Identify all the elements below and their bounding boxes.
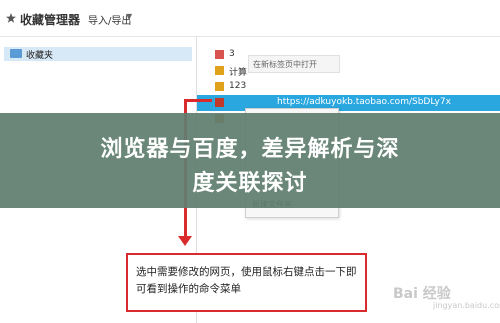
sidebar-item-label: 收藏夹 — [26, 51, 54, 61]
title-caret-icon[interactable]: ▾ — [70, 12, 75, 23]
list-item-label: 3 — [229, 49, 235, 59]
baidu-watermark-url: jingyan.baidu.com — [433, 301, 500, 310]
favicon-icon — [215, 82, 224, 91]
list-item[interactable]: 计算 — [197, 63, 500, 79]
annotation-arrow-top — [184, 99, 212, 102]
import-export-menu[interactable]: 导入/导出 — [88, 12, 131, 27]
context-menu-item-label: 在新标签页中打开 — [253, 60, 317, 69]
list-item-label: 计算 — [229, 68, 248, 78]
overlay-title-line-2: 度关联探讨 — [192, 171, 308, 196]
list-item-url: https://adkuyokb.taobao.com/SbDLy7x — [277, 97, 451, 107]
title-overlay: 浏览器与百度，差异解析与深 度关联探讨 — [0, 113, 500, 208]
list-item[interactable]: 3 — [197, 47, 500, 63]
annotation-arrow-head — [178, 236, 192, 246]
folder-icon — [10, 49, 22, 58]
favicon-icon — [215, 66, 224, 75]
star-icon — [6, 13, 16, 23]
sidebar-item-favorites[interactable]: 收藏夹 — [4, 47, 192, 61]
list-item-label: 123 — [229, 81, 247, 91]
favicon-icon — [215, 50, 224, 59]
chevron-down-icon[interactable]: ▼ — [126, 12, 132, 21]
context-menu-open-new-tab[interactable]: 在新标签页中打开 — [248, 55, 340, 73]
annotation-note: 选中需要修改的网页，使用鼠标右键点击一下即可看到操作的命令菜单 — [126, 253, 367, 312]
list-item[interactable]: 123 — [197, 79, 500, 95]
favicon-icon — [215, 98, 224, 107]
overlay-title-line-1: 浏览器与百度，差异解析与深 — [100, 137, 400, 162]
annotation-note-text: 选中需要修改的网页，使用鼠标右键点击一下即可看到操作的命令菜单 — [136, 266, 357, 295]
list-item-selected[interactable]: https://adkuyokb.taobao.com/SbDLy7x — [197, 95, 500, 111]
baidu-watermark: Bai 经验 — [393, 286, 451, 302]
title-bar: 收藏管理器 ▾ 导入/导出 ▼ — [0, 0, 500, 37]
